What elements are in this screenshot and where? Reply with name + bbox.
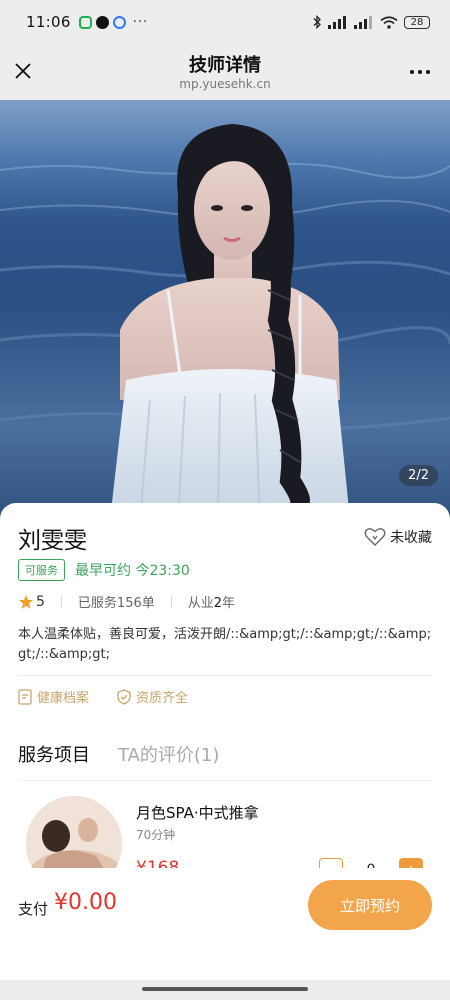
experience-years: 2 <box>213 596 223 611</box>
status-bar: 11:06 ··· 28 <box>0 0 450 44</box>
therapist-info-card: 刘雯雯 未收藏 可服务 最早可约 今23:30 5 已服务156单 从业2年 本… <box>0 503 450 903</box>
content-tabs: 服务项目 TA的评价(1) <box>18 741 219 767</box>
more-menu-button[interactable] <box>410 70 430 74</box>
checkout-bar: 支付 ¥0.00 立即预约 <box>0 868 450 980</box>
hero-photo <box>0 124 450 520</box>
heart-icon <box>364 528 386 546</box>
shield-check-icon <box>117 688 131 705</box>
browser-icon <box>112 15 126 29</box>
qualification-label: 资质齐全 <box>136 691 189 706</box>
pay-label: 支付 <box>18 900 49 918</box>
availability-row: 可服务 最早可约 今23:30 <box>18 559 190 581</box>
star-icon <box>19 594 33 609</box>
favorite-button[interactable]: 未收藏 <box>364 527 432 547</box>
experience: 从业2年 <box>188 592 235 611</box>
home-indicator-bar <box>0 980 450 1000</box>
image-pager: 2/2 <box>399 465 438 486</box>
stats-divider-2 <box>170 595 172 608</box>
tabs-divider <box>18 780 432 781</box>
bluetooth-icon <box>313 15 321 29</box>
home-indicator[interactable] <box>142 987 308 991</box>
service-duration: 70分钟 <box>136 828 176 842</box>
status-time: 11:06 <box>26 13 71 31</box>
status-indicators: 28 <box>312 15 430 29</box>
stats-divider <box>60 595 62 608</box>
health-record-label: 健康档案 <box>37 691 90 706</box>
battery-icon: 28 <box>404 15 430 29</box>
earliest-time: 今23:30 <box>135 563 190 579</box>
page-url: mp.yuesehk.cn <box>179 77 271 91</box>
wifi-icon <box>380 15 398 29</box>
rating-value: 5 <box>36 593 45 610</box>
credential-tags: 健康档案 资质齐全 <box>18 687 188 706</box>
tab-reviews[interactable]: TA的评价(1) <box>118 741 219 767</box>
more-notifications-icon: ··· <box>132 14 149 30</box>
app-notification-icon <box>78 15 92 29</box>
served-count: 已服务156单 <box>77 596 155 611</box>
tab-services[interactable]: 服务项目 <box>18 741 90 767</box>
therapist-name: 刘雯雯 <box>18 528 87 554</box>
status-badge: 可服务 <box>18 559 65 581</box>
signal-icon <box>328 15 346 29</box>
earliest-label: 最早可约 <box>75 563 131 579</box>
experience-suffix: 年 <box>222 596 236 611</box>
qualification-tag[interactable]: 资质齐全 <box>117 687 188 706</box>
tiktok-icon <box>95 15 109 29</box>
nav-bar: 技师详情 mp.yuesehk.cn <box>0 44 450 100</box>
signal-icon-2 <box>354 15 372 29</box>
earliest-available: 最早可约 今23:30 <box>75 560 190 580</box>
health-record-tag[interactable]: 健康档案 <box>18 687 89 706</box>
divider <box>18 675 432 676</box>
favorite-label: 未收藏 <box>390 530 432 546</box>
hero-photo-carousel[interactable]: 2/2 <box>0 100 450 520</box>
pay-amount: ¥0.00 <box>54 890 117 915</box>
status-app-icons: ··· <box>78 14 149 30</box>
stats-row: 5 已服务156单 从业2年 <box>18 592 235 611</box>
page-title: 技师详情 <box>189 55 261 76</box>
experience-prefix: 从业 <box>187 596 214 611</box>
therapist-bio: 本人温柔体贴，善良可爱，活泼开朗/::&amp;gt;/::&amp;gt;/:… <box>18 627 432 662</box>
document-icon <box>18 688 32 705</box>
service-name: 月色SPA·中式推拿 <box>136 804 259 822</box>
book-now-button[interactable]: 立即预约 <box>308 880 432 930</box>
